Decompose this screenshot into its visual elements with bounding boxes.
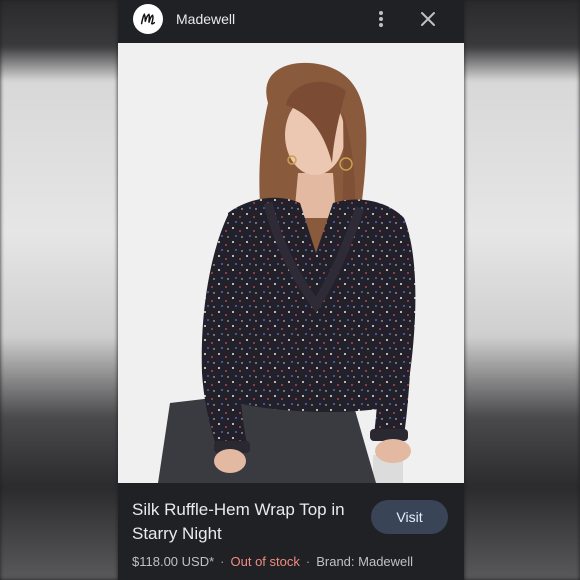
blurred-backdrop-right	[464, 0, 580, 580]
product-info: Silk Ruffle-Hem Wrap Top in Starry Night…	[118, 483, 464, 580]
image-preview-panel: Madewell Silk Ruffle-Hem Wrap Top in Sta…	[118, 0, 464, 580]
visit-button[interactable]: Visit	[371, 500, 448, 534]
product-photo[interactable]	[118, 43, 464, 483]
product-meta: $118.00 USD* · Out of stock · Brand: Madewel…	[132, 554, 413, 569]
model-illustration	[118, 43, 464, 483]
site-logo[interactable]	[133, 4, 163, 34]
site-name[interactable]: Madewell	[176, 11, 235, 27]
blurred-backdrop-left	[0, 0, 118, 580]
product-price: $118.00 USD*	[132, 554, 215, 569]
close-icon[interactable]	[418, 9, 438, 29]
product-brand: Brand: Madewell	[316, 554, 414, 569]
separator: ·	[220, 554, 225, 569]
madewell-m-logo-icon	[140, 13, 156, 25]
separator: ·	[305, 554, 311, 569]
more-vertical-icon[interactable]	[374, 9, 388, 29]
product-title[interactable]: Silk Ruffle-Hem Wrap Top in Starry Night	[132, 498, 362, 546]
preview-header: Madewell	[118, 0, 464, 42]
stock-status: Out of stock	[230, 554, 300, 569]
